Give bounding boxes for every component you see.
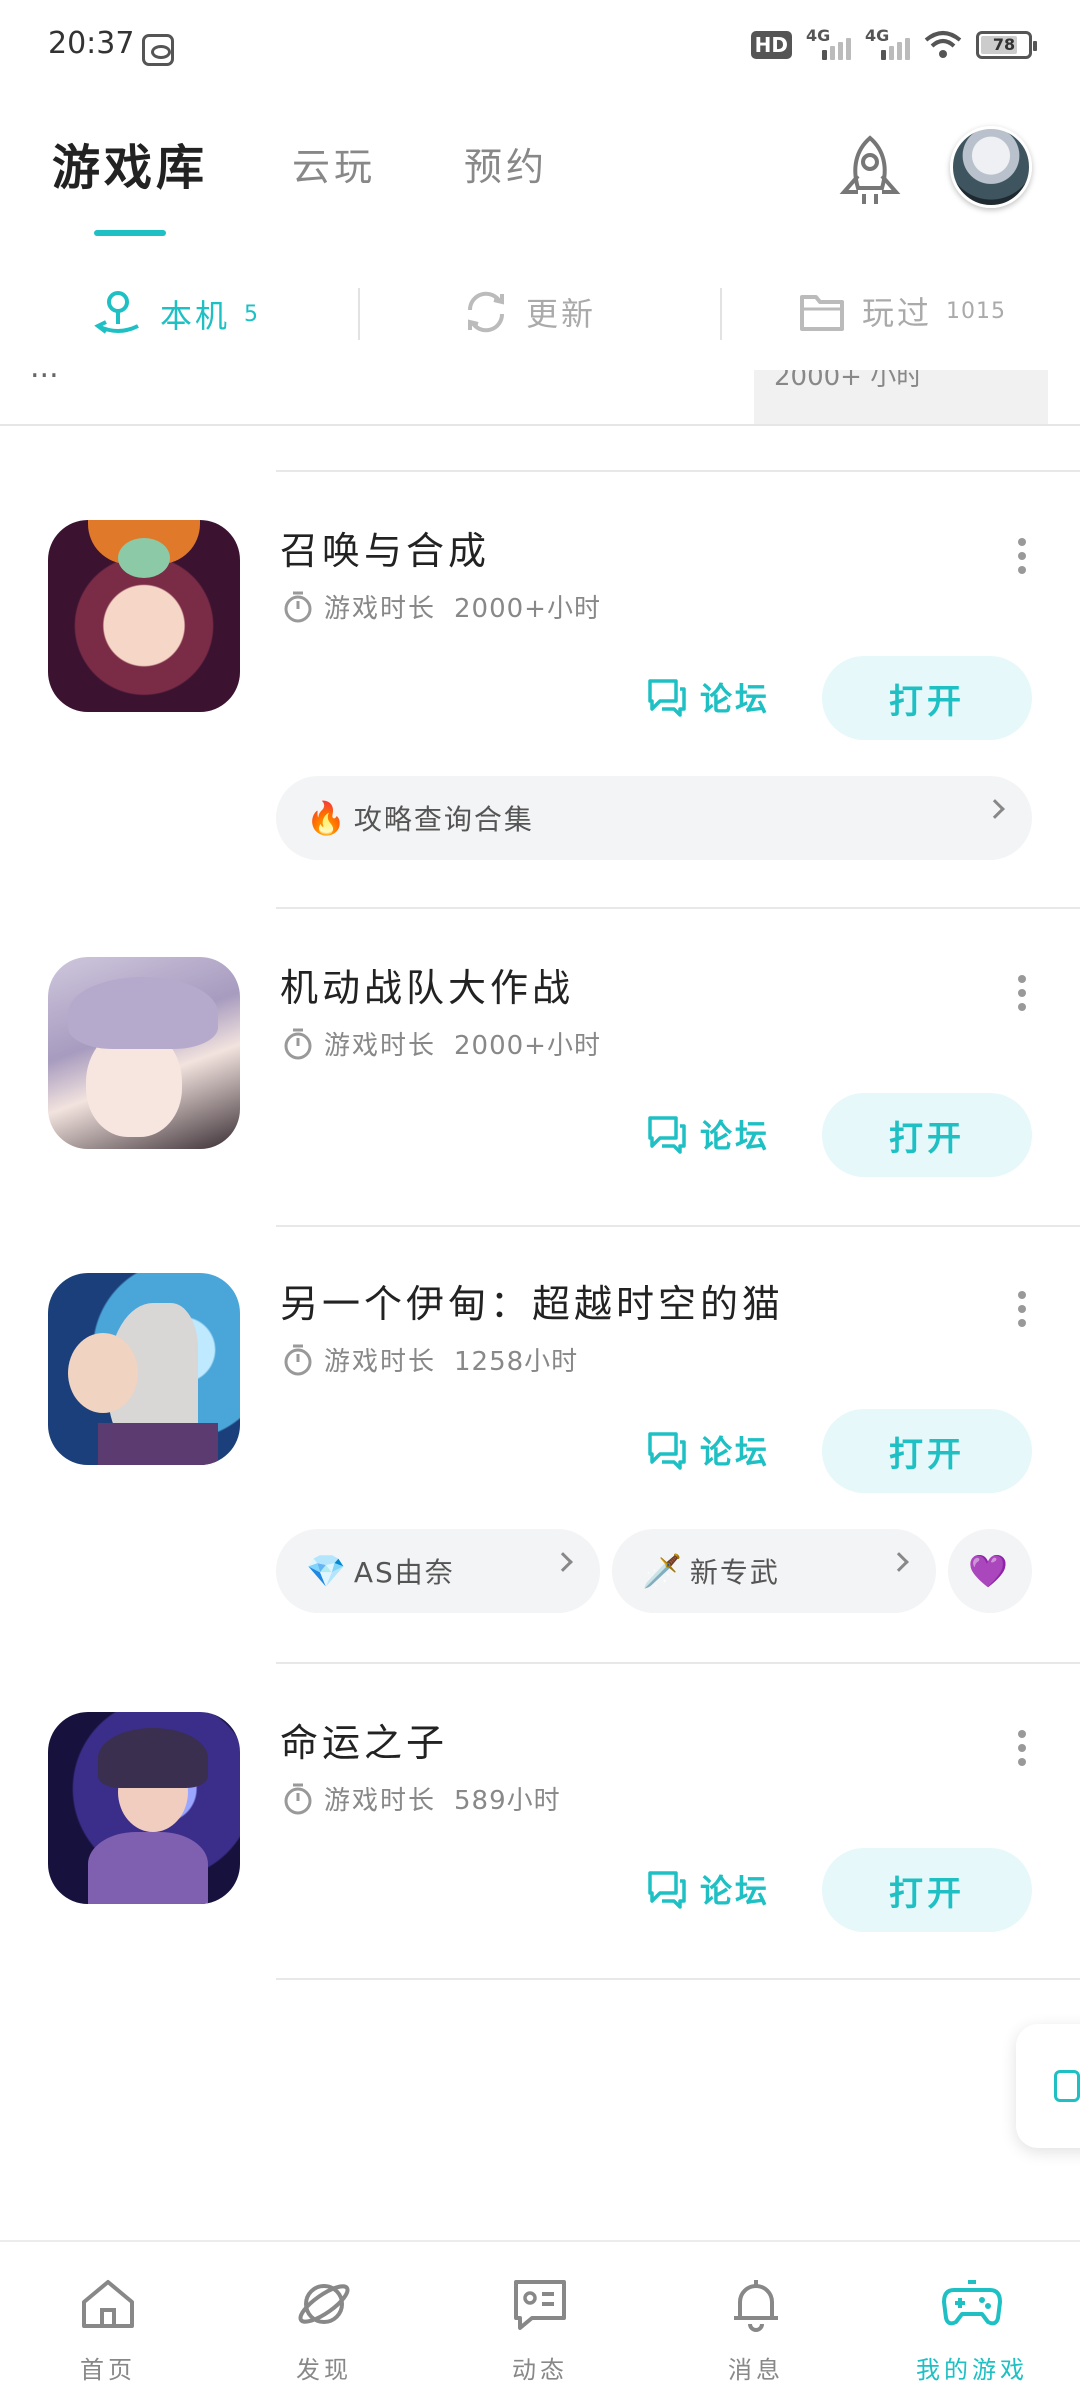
status-indicators: HD 4G 4G 78	[750, 26, 1037, 60]
forum-button[interactable]: 论坛	[646, 1427, 770, 1473]
message-icon	[514, 2280, 566, 2330]
forum-icon	[648, 1116, 686, 1154]
chevron-right-icon	[553, 1552, 573, 1572]
playtime: 游戏时长 589小时	[282, 1780, 561, 1817]
subtab-local-label: 本机	[160, 297, 231, 335]
guide-collection-link[interactable]: 🔥 攻略查询合集	[276, 776, 1032, 860]
playtime: 游戏时长 2000+小时	[282, 588, 601, 625]
active-tab-indicator	[94, 230, 166, 236]
divider	[276, 1978, 1080, 1980]
chevron-right-icon	[889, 1552, 909, 1572]
bottom-navigation: 首页 发现 动态 消息 我的游戏	[0, 2240, 1080, 2400]
user-avatar[interactable]	[950, 126, 1032, 208]
more-options-icon[interactable]	[1010, 1730, 1034, 1770]
timer-icon	[284, 1783, 312, 1814]
subtab-played-label: 玩过	[862, 294, 933, 332]
game-icon[interactable]	[48, 520, 240, 712]
game-icon[interactable]	[48, 1712, 240, 1904]
wifi-icon	[924, 31, 962, 58]
divider	[276, 470, 1080, 472]
divider	[276, 1662, 1080, 1664]
sword-icon: 🗡️	[642, 1552, 684, 1590]
nav-feed[interactable]: 动态	[470, 2272, 610, 2385]
signal-icon: 4G	[865, 26, 910, 60]
gem-icon: 💜	[968, 1552, 1010, 1590]
subtab-local-count: 5	[244, 301, 260, 327]
more-options-icon[interactable]	[1010, 975, 1034, 1015]
subtab-local[interactable]: 本机 5	[92, 288, 259, 340]
joystick-icon	[94, 291, 139, 334]
new-weapon-link[interactable]: 🗡️ 新专武	[612, 1529, 936, 1613]
status-time: 20:37	[48, 26, 135, 61]
game-title[interactable]: 命运之子	[280, 1712, 448, 1767]
timer-icon	[284, 591, 312, 622]
open-game-button[interactable]: 打开	[822, 656, 1032, 740]
timer-icon	[284, 1344, 312, 1375]
open-game-button[interactable]: 打开	[822, 1093, 1032, 1177]
remnant-box: 2000+ 小时	[754, 370, 1048, 424]
tab-reservations[interactable]: 预约	[464, 136, 548, 191]
timer-icon	[284, 1028, 312, 1059]
scrolled-row-remnant: ... 2000+ 小时	[0, 370, 1080, 426]
fire-icon: 🔥	[306, 799, 348, 837]
divider	[276, 907, 1080, 909]
subtab-updates-label: 更新	[526, 295, 597, 333]
planet-icon	[298, 2284, 350, 2324]
home-icon	[82, 2280, 134, 2328]
tab-cloud-play[interactable]: 云玩	[292, 136, 376, 191]
library-subtabs: 本机 5 更新 玩过 1015	[0, 268, 1080, 358]
subtab-played[interactable]: 玩过 1015	[798, 288, 1006, 334]
remnant-right-text: 2000+ 小时	[774, 370, 923, 392]
playtime: 游戏时长 2000+小时	[282, 1025, 601, 1062]
more-options-icon[interactable]	[1010, 1291, 1034, 1331]
status-bar: 20:37 HD 4G 4G 78	[0, 0, 1080, 96]
divider	[720, 288, 722, 340]
open-game-button[interactable]: 打开	[822, 1848, 1032, 1932]
more-links-button[interactable]: 💜	[948, 1529, 1032, 1613]
game-icon[interactable]	[48, 957, 240, 1149]
more-options-icon[interactable]	[1010, 538, 1034, 578]
battery-icon: 78	[976, 31, 1037, 59]
forum-icon	[648, 1871, 686, 1909]
subtab-played-count: 1015	[946, 298, 1007, 324]
divider	[358, 288, 360, 340]
as-yuna-link[interactable]: 💎 AS由奈	[276, 1529, 600, 1613]
floating-download-button[interactable]	[1016, 2024, 1080, 2148]
forum-button[interactable]: 论坛	[646, 1866, 770, 1912]
header: 游戏库 云玩 预约	[0, 96, 1080, 246]
forum-button[interactable]: 论坛	[646, 1111, 770, 1157]
nav-home[interactable]: 首页	[38, 2272, 178, 2385]
diamond-icon: 💎	[306, 1552, 348, 1590]
game-title[interactable]: 召唤与合成	[280, 520, 490, 575]
rocket-icon[interactable]	[832, 132, 908, 212]
playtime: 游戏时长 1258小时	[282, 1341, 578, 1378]
hd-voice-icon: HD	[750, 31, 792, 59]
tab-game-library[interactable]: 游戏库	[52, 128, 208, 198]
bell-icon	[734, 2280, 778, 2332]
divider	[276, 1225, 1080, 1227]
folder-icon	[800, 295, 844, 331]
notification-app-icon	[142, 34, 174, 66]
forum-icon	[648, 679, 686, 717]
open-game-button[interactable]: 打开	[822, 1409, 1032, 1493]
subtab-updates[interactable]: 更新	[462, 288, 596, 336]
game-title[interactable]: 机动战队大作战	[280, 957, 574, 1012]
game-title[interactable]: 另一个伊甸：超越时空的猫	[280, 1273, 784, 1328]
signal-icon: 4G	[806, 26, 851, 60]
refresh-icon	[467, 291, 505, 333]
remnant-left-text: ...	[30, 370, 59, 385]
chevron-right-icon	[985, 799, 1005, 819]
gamepad-icon	[942, 2280, 1002, 2326]
nav-discover[interactable]: 发现	[254, 2272, 394, 2385]
download-icon	[1054, 2070, 1080, 2102]
nav-my-games[interactable]: 我的游戏	[902, 2272, 1042, 2385]
nav-messages[interactable]: 消息	[686, 2272, 826, 2385]
game-icon[interactable]	[48, 1273, 240, 1465]
forum-icon	[648, 1432, 686, 1470]
forum-button[interactable]: 论坛	[646, 674, 770, 720]
